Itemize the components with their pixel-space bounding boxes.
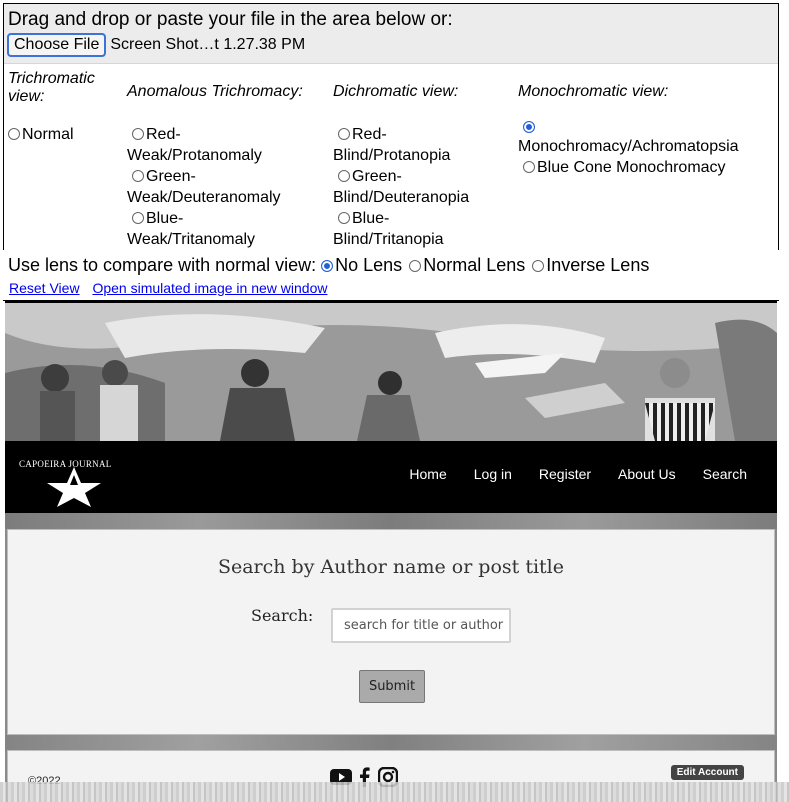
radio-icon[interactable] <box>523 161 535 173</box>
trichromatic-heading: Trichromatic view: <box>8 70 95 105</box>
lens-inverse-lens[interactable]: Inverse Lens <box>532 255 649 275</box>
simulated-page: CAPOEIRA JOURNAL Home Log in Register Ab… <box>5 301 777 802</box>
site-logo[interactable]: CAPOEIRA JOURNAL <box>19 455 129 507</box>
lens-normal-lens[interactable]: Normal Lens <box>409 255 525 275</box>
view-options: Trichromatic view: Normal Anomalous Tric… <box>4 64 778 250</box>
action-links: Reset View Open simulated image in new w… <box>9 280 336 296</box>
file-name: Screen Shot…t 1.27.38 PM <box>110 36 306 53</box>
monochromatic-heading: Monochromatic view: <box>518 83 669 100</box>
lens-selector: Use lens to compare with normal view: No… <box>8 255 651 276</box>
monochromatic-column: Monochromatic view: Monochromacy/Achroma… <box>518 70 778 176</box>
open-new-window-link[interactable]: Open simulated image in new window <box>92 280 327 296</box>
image-noise-strip <box>0 782 789 802</box>
edit-account-button[interactable]: Edit Account <box>670 765 744 780</box>
radio-icon[interactable] <box>338 170 350 182</box>
lens-label: Use lens to compare with normal view: <box>8 255 317 275</box>
radio-tritanomaly[interactable]: Blue-Weak/Tritanomaly <box>127 208 297 250</box>
radio-icon[interactable] <box>132 128 144 140</box>
banner-image <box>5 303 777 441</box>
search-label: Search: <box>251 606 314 625</box>
nav-menu: Home Log in Register About Us Search <box>409 466 747 482</box>
anomalous-heading: Anomalous Trichromacy: <box>127 83 303 100</box>
radio-tritanopia[interactable]: Blue-Blind/Tritanopia <box>333 208 493 250</box>
search-heading: Search by Author name or post title <box>217 556 565 578</box>
dichromatic-column: Dichromatic view: Red-Blind/Protanopia G… <box>333 70 513 248</box>
radio-achromatopsia-selected-icon[interactable] <box>523 121 535 133</box>
decorative-band <box>5 513 777 529</box>
radio-icon[interactable] <box>8 128 20 140</box>
colorblind-simulator-panel: Drag and drop or paste your file in the … <box>3 3 779 250</box>
radio-icon[interactable] <box>132 170 144 182</box>
radio-icon[interactable] <box>338 128 350 140</box>
radio-icon[interactable] <box>532 260 545 272</box>
nav-home[interactable]: Home <box>409 466 446 482</box>
radio-achromatopsia[interactable]: Monochromacy/Achromatopsia <box>518 136 739 157</box>
radio-icon[interactable] <box>409 260 422 272</box>
dichromatic-heading: Dichromatic view: <box>333 83 459 100</box>
search-input[interactable] <box>331 608 511 643</box>
lens-no-lens[interactable]: No Lens <box>321 255 402 275</box>
nav-search[interactable]: Search <box>703 466 747 482</box>
radio-protanopia[interactable]: Red-Blind/Protanopia <box>333 124 493 166</box>
radio-selected-icon[interactable] <box>321 260 334 272</box>
trichromatic-column: Trichromatic view: Normal <box>8 70 118 143</box>
radio-icon[interactable] <box>338 212 350 224</box>
nav-login[interactable]: Log in <box>474 466 512 482</box>
radio-deuteranopia[interactable]: Green-Blind/Deuteranopia <box>333 166 503 208</box>
logo-star-icon <box>47 467 101 507</box>
radio-icon[interactable] <box>132 212 144 224</box>
drop-zone[interactable]: Drag and drop or paste your file in the … <box>4 4 778 64</box>
choose-file-button[interactable]: Choose File <box>6 33 107 57</box>
anomalous-column: Anomalous Trichromacy: Red-Weak/Protanom… <box>127 70 327 248</box>
reset-view-link[interactable]: Reset View <box>9 280 80 296</box>
nav-register[interactable]: Register <box>539 466 591 482</box>
radio-blue-cone[interactable]: Blue Cone Monochromacy <box>518 157 739 178</box>
site-navbar: CAPOEIRA JOURNAL Home Log in Register Ab… <box>5 441 777 513</box>
decorative-band-bottom <box>5 735 777 751</box>
radio-normal[interactable]: Normal <box>8 124 74 145</box>
drop-label: Drag and drop or paste your file in the … <box>8 9 453 30</box>
submit-button[interactable]: Submit <box>359 670 425 703</box>
search-panel: Search by Author name or post title Sear… <box>7 529 775 735</box>
radio-protanomaly[interactable]: Red-Weak/Protanomaly <box>127 124 297 166</box>
nav-about[interactable]: About Us <box>618 466 676 482</box>
radio-deuteranomaly[interactable]: Green-Weak/Deuteranomaly <box>127 166 307 208</box>
